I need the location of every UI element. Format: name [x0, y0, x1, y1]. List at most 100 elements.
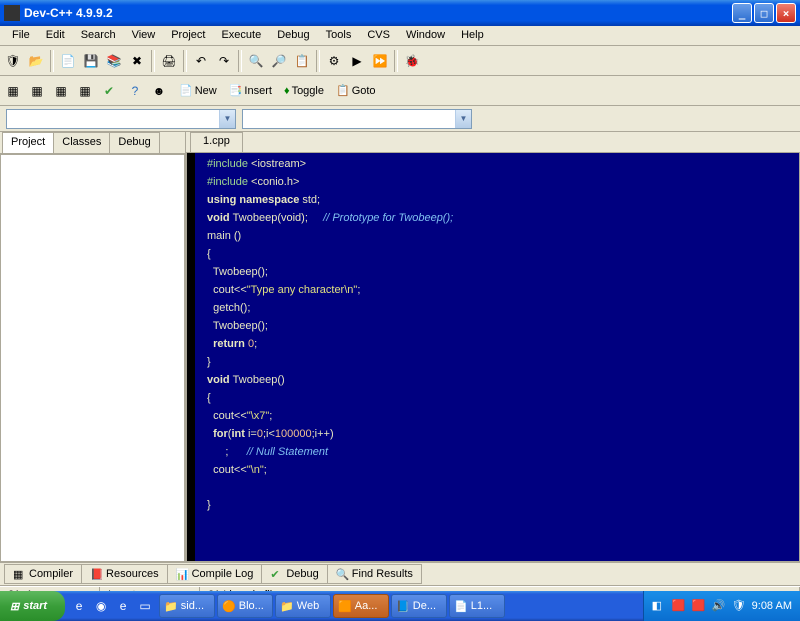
maximize-button[interactable]: □ [754, 3, 774, 23]
menu-search[interactable]: Search [73, 26, 124, 45]
close-button[interactable]: × [776, 3, 796, 23]
resources-icon: 📕 [90, 568, 102, 580]
goto-button[interactable]: 📋Goto [331, 81, 381, 100]
tab-classes[interactable]: Classes [53, 132, 110, 153]
check-icon[interactable]: ✔ [98, 80, 120, 102]
tray-icon[interactable]: ◧ [652, 599, 666, 613]
grid4-icon[interactable]: ▦ [74, 80, 96, 102]
task-item[interactable]: 📘De... [391, 594, 447, 618]
goto-icon: 📋 [336, 84, 350, 97]
tab-debug[interactable]: Debug [109, 132, 159, 153]
menu-execute[interactable]: Execute [213, 26, 269, 45]
menu-project[interactable]: Project [163, 26, 213, 45]
title-bar: Dev-C++ 4.9.9.2 _ □ × [0, 0, 800, 26]
grid3-icon[interactable]: ▦ [50, 80, 72, 102]
side-panel: Project Classes Debug [0, 132, 186, 562]
find-icon[interactable]: 🔍 [245, 50, 267, 72]
tray-icon[interactable]: 🟥 [692, 599, 706, 613]
folder-icon: 📁 [280, 600, 294, 613]
tab-compile-log[interactable]: 📊Compile Log [167, 564, 263, 584]
menu-bar: File Edit Search View Project Execute De… [0, 26, 800, 46]
replace-icon[interactable]: 🔎 [268, 50, 290, 72]
compile-run-icon[interactable]: ⏩ [369, 50, 391, 72]
folder-icon: 📁 [164, 600, 178, 613]
menu-help[interactable]: Help [453, 26, 492, 45]
minimize-button[interactable]: _ [732, 3, 752, 23]
new-file-icon[interactable]: 📄 [57, 50, 79, 72]
new-button[interactable]: 📄New [174, 81, 222, 100]
clock[interactable]: 9:08 AM [752, 600, 792, 612]
quick-launch: e ◉ e ▭ [69, 596, 155, 616]
redo-icon[interactable]: ↷ [213, 50, 235, 72]
ql-chrome-icon[interactable]: ◉ [91, 596, 111, 616]
log-icon: 📊 [176, 568, 188, 580]
taskbar: ⊞ start e ◉ e ▭ 📁sid... 🟠Blo... 📁Web 🟧Aa… [0, 591, 800, 621]
tray-icon[interactable]: 🟥 [672, 599, 686, 613]
editor-area: 1.cpp #include <iostream> #include <coni… [186, 132, 800, 562]
menu-file[interactable]: File [4, 26, 38, 45]
open-icon[interactable]: 📂 [25, 50, 47, 72]
menu-edit[interactable]: Edit [38, 26, 73, 45]
insert-icon: 📑 [229, 84, 243, 97]
undo-icon[interactable]: ↶ [190, 50, 212, 72]
save-icon[interactable]: 💾 [80, 50, 102, 72]
output-tabs: ▦Compiler 📕Resources 📊Compile Log ✔Debug… [0, 562, 800, 586]
task-item[interactable]: 📁Web [275, 594, 331, 618]
menu-debug[interactable]: Debug [269, 26, 317, 45]
tab-compiler[interactable]: ▦Compiler [4, 564, 82, 584]
ql-explorer-icon[interactable]: e [113, 596, 133, 616]
blogger-icon: 🟠 [222, 600, 236, 613]
toolbar-main: 🛡 📂 📄 💾 📚 ✖ 🖨 ↶ ↷ 🔍 🔎 📋 ⚙ ▶ ⏩ 🐞 [0, 46, 800, 76]
shield-icon[interactable]: 🛡 [2, 50, 24, 72]
ql-ie-icon[interactable]: e [69, 596, 89, 616]
menu-view[interactable]: View [124, 26, 164, 45]
compiler-icon: ▦ [13, 568, 25, 580]
project-tree[interactable] [0, 154, 185, 562]
task-item[interactable]: 📄L1... [449, 594, 505, 618]
menu-tools[interactable]: Tools [318, 26, 360, 45]
grid1-icon[interactable]: ▦ [2, 80, 24, 102]
tab-resources[interactable]: 📕Resources [81, 564, 168, 584]
debug-icon[interactable]: 🐞 [401, 50, 423, 72]
menu-window[interactable]: Window [398, 26, 453, 45]
start-button[interactable]: ⊞ start [0, 591, 65, 621]
file-tab[interactable]: 1.cpp [190, 132, 243, 152]
find-icon: 🔍 [336, 568, 348, 580]
combo-bar: ▼ ▼ [0, 106, 800, 132]
method-combo[interactable]: ▼ [242, 109, 472, 129]
devcpp-icon: 📘 [396, 600, 410, 613]
tab-project[interactable]: Project [2, 132, 54, 153]
check-icon: ✔ [270, 568, 282, 580]
ql-desktop-icon[interactable]: ▭ [135, 596, 155, 616]
run-icon[interactable]: ▶ [346, 50, 368, 72]
window-title: Dev-C++ 4.9.9.2 [24, 6, 732, 20]
word-icon: 📄 [454, 600, 468, 613]
toggle-button[interactable]: ♦Toggle [279, 82, 329, 100]
help-icon[interactable]: ? [124, 80, 146, 102]
app-icon [4, 5, 20, 21]
system-tray: ◧ 🟥 🟥 🔊 🛡 9:08 AM [643, 591, 800, 621]
grid2-icon[interactable]: ▦ [26, 80, 48, 102]
toolbar-secondary: ▦ ▦ ▦ ▦ ✔ ? ☻ 📄New 📑Insert ♦Toggle 📋Goto [0, 76, 800, 106]
about-icon[interactable]: ☻ [148, 80, 170, 102]
tray-volume-icon[interactable]: 🔊 [712, 599, 726, 613]
insert-button[interactable]: 📑Insert [224, 81, 277, 100]
app-icon: 🟧 [338, 600, 352, 613]
task-item-active[interactable]: 🟧Aa... [333, 594, 389, 618]
compile-icon[interactable]: ⚙ [323, 50, 345, 72]
print-icon[interactable]: 🖨 [158, 50, 180, 72]
code-editor[interactable]: #include <iostream> #include <conio.h> u… [186, 152, 800, 562]
find-next-icon[interactable]: 📋 [291, 50, 313, 72]
toggle-icon: ♦ [284, 85, 290, 97]
new-page-icon: 📄 [179, 84, 193, 97]
save-all-icon[interactable]: 📚 [103, 50, 125, 72]
task-item[interactable]: 📁sid... [159, 594, 215, 618]
tray-shield-icon[interactable]: 🛡 [732, 599, 746, 613]
tab-debug-bottom[interactable]: ✔Debug [261, 564, 327, 584]
windows-icon: ⊞ [10, 600, 19, 613]
menu-cvs[interactable]: CVS [359, 26, 398, 45]
class-combo[interactable]: ▼ [6, 109, 236, 129]
task-item[interactable]: 🟠Blo... [217, 594, 273, 618]
tab-find-results[interactable]: 🔍Find Results [327, 564, 422, 584]
close-file-icon[interactable]: ✖ [126, 50, 148, 72]
